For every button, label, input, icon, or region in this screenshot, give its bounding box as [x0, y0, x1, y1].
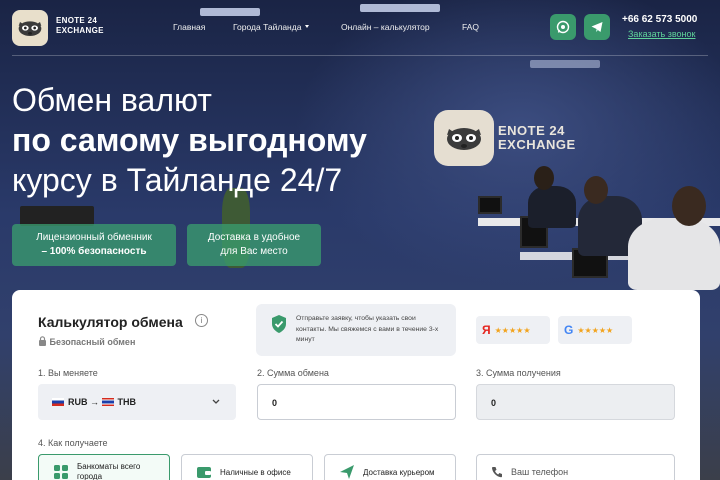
license-badge[interactable]: Лицензионный обменник – 100% безопасност…	[12, 224, 176, 266]
ceiling-light	[530, 60, 600, 68]
phone-icon	[492, 467, 502, 478]
nav-calculator[interactable]: Онлайн – калькулятор	[341, 22, 430, 32]
send-icon	[340, 465, 354, 479]
option-courier[interactable]: Доставка курьером	[324, 454, 456, 480]
shield-check-icon	[272, 315, 286, 333]
laptop	[478, 196, 502, 214]
logo-text[interactable]: ENOTE 24 EXCHANGE	[56, 16, 104, 36]
notice-box: Отправьте заявку, чтобы указать свои кон…	[256, 304, 456, 356]
nav-faq[interactable]: FAQ	[462, 22, 479, 32]
person	[628, 218, 720, 290]
notice-text: Отправьте заявку, чтобы указать свои кон…	[296, 315, 439, 343]
step4-label: 4. Как получаете	[38, 438, 108, 448]
phone-number[interactable]: +66 62 573 5000	[622, 14, 697, 25]
person-head	[672, 186, 706, 226]
nav-cities[interactable]: Города Тайланда	[233, 22, 310, 32]
wall-logo-sign	[434, 110, 494, 166]
safe-exchange-label: Безопасный обмен	[38, 336, 135, 347]
site-header: ENOTE 24 EXCHANGE Главная Города Тайланд…	[0, 0, 720, 56]
chevron-down-icon	[305, 25, 310, 28]
chevron-down-icon	[212, 399, 220, 404]
currency-pair-select[interactable]: RUB → THB	[38, 384, 236, 420]
monitor	[20, 206, 94, 226]
exchange-amount-input[interactable]: 0	[257, 384, 456, 420]
nav-home[interactable]: Главная	[173, 22, 205, 32]
phone-input[interactable]: Ваш телефон	[476, 454, 675, 480]
person	[528, 186, 576, 228]
telegram-icon[interactable]	[584, 14, 610, 40]
grid-icon	[54, 465, 68, 479]
wallet-icon	[197, 467, 211, 478]
delivery-badge[interactable]: Доставка в удобное для Вас место	[187, 224, 321, 266]
hero-title: Обмен валют по самому выгодному курсу в …	[12, 82, 367, 198]
thailand-flag-icon	[101, 398, 114, 406]
info-icon[interactable]: i	[195, 314, 208, 327]
step3-label: 3. Сумма получения	[476, 368, 561, 378]
receive-amount-input[interactable]: 0	[476, 384, 675, 420]
calculator-title: Калькулятор обмена	[38, 314, 183, 330]
person-head	[584, 176, 608, 204]
russia-flag-icon	[52, 398, 64, 406]
option-office[interactable]: Наличные в офисе	[181, 454, 313, 480]
step2-label: 2. Сумма обмена	[257, 368, 329, 378]
exchange-calculator: Калькулятор обмена i Безопасный обмен От…	[12, 290, 700, 480]
rating-stars: ★★★★★	[494, 325, 531, 335]
whatsapp-icon[interactable]	[550, 14, 576, 40]
yandex-icon: Я	[482, 323, 491, 337]
callback-link[interactable]: Заказать звонок	[628, 29, 695, 39]
rating-stars: ★★★★★	[577, 325, 614, 335]
header-divider	[12, 55, 708, 56]
wall-logo-text: ENOTE 24 EXCHANGE	[498, 123, 576, 152]
google-icon: G	[564, 323, 574, 337]
yandex-rating[interactable]: Я ★★★★★	[476, 316, 550, 344]
google-rating[interactable]: G ★★★★★	[558, 316, 632, 344]
lock-icon	[39, 336, 46, 346]
raccoon-logo-icon[interactable]	[12, 10, 48, 46]
person-head	[534, 166, 554, 190]
step1-label: 1. Вы меняете	[38, 368, 98, 378]
option-atm[interactable]: Банкоматы всего города	[38, 454, 170, 480]
